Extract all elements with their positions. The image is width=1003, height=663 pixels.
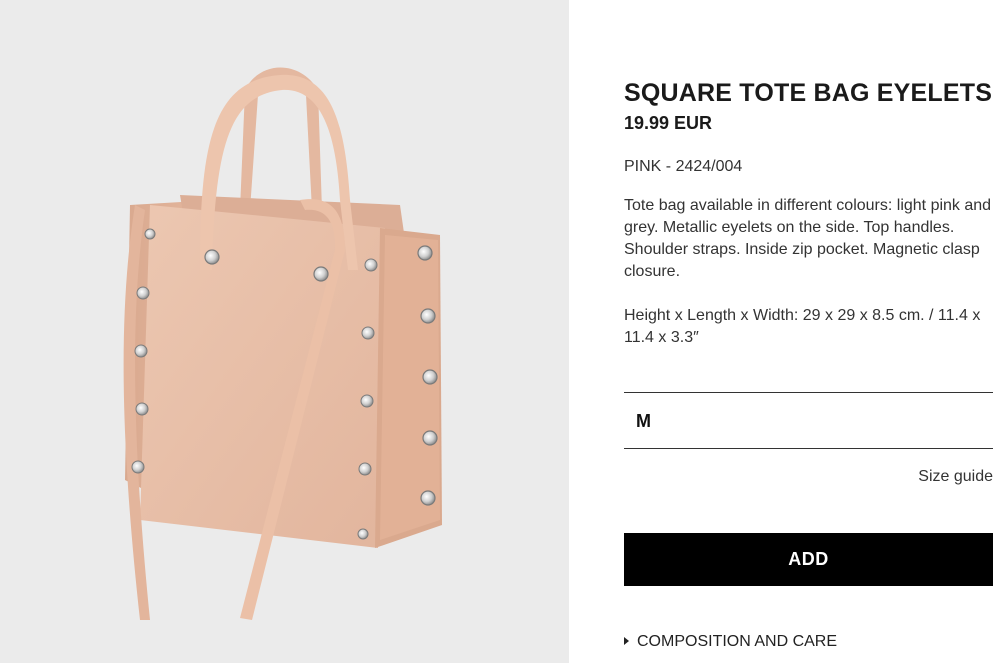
add-to-cart-button[interactable]: ADD bbox=[624, 533, 993, 586]
composition-and-care-toggle[interactable]: COMPOSITION AND CARE bbox=[624, 632, 837, 652]
selected-size: M bbox=[636, 411, 651, 431]
product-price: 19.99 EUR bbox=[624, 113, 713, 133]
size-guide-link[interactable]: Size guide bbox=[918, 467, 993, 487]
product-info-panel: SQUARE TOTE BAG EYELETS 19.99 EUR PINK -… bbox=[624, 0, 993, 663]
product-image[interactable] bbox=[0, 0, 569, 663]
product-title: SQUARE TOTE BAG EYELETS bbox=[624, 79, 993, 107]
product-page: SQUARE TOTE BAG EYELETS 19.99 EUR PINK -… bbox=[0, 0, 1003, 663]
product-dimensions: Height x Length x Width: 29 x 29 x 8.5 c… bbox=[624, 307, 981, 346]
product-colour-reference: PINK - 2424/004 bbox=[624, 158, 743, 175]
composition-label: COMPOSITION AND CARE bbox=[637, 633, 838, 650]
tote-bag-illustration bbox=[123, 67, 442, 621]
caret-right-icon bbox=[624, 637, 629, 645]
size-selector[interactable]: M bbox=[624, 392, 993, 449]
product-description: Tote bag available in different colours:… bbox=[624, 197, 992, 280]
